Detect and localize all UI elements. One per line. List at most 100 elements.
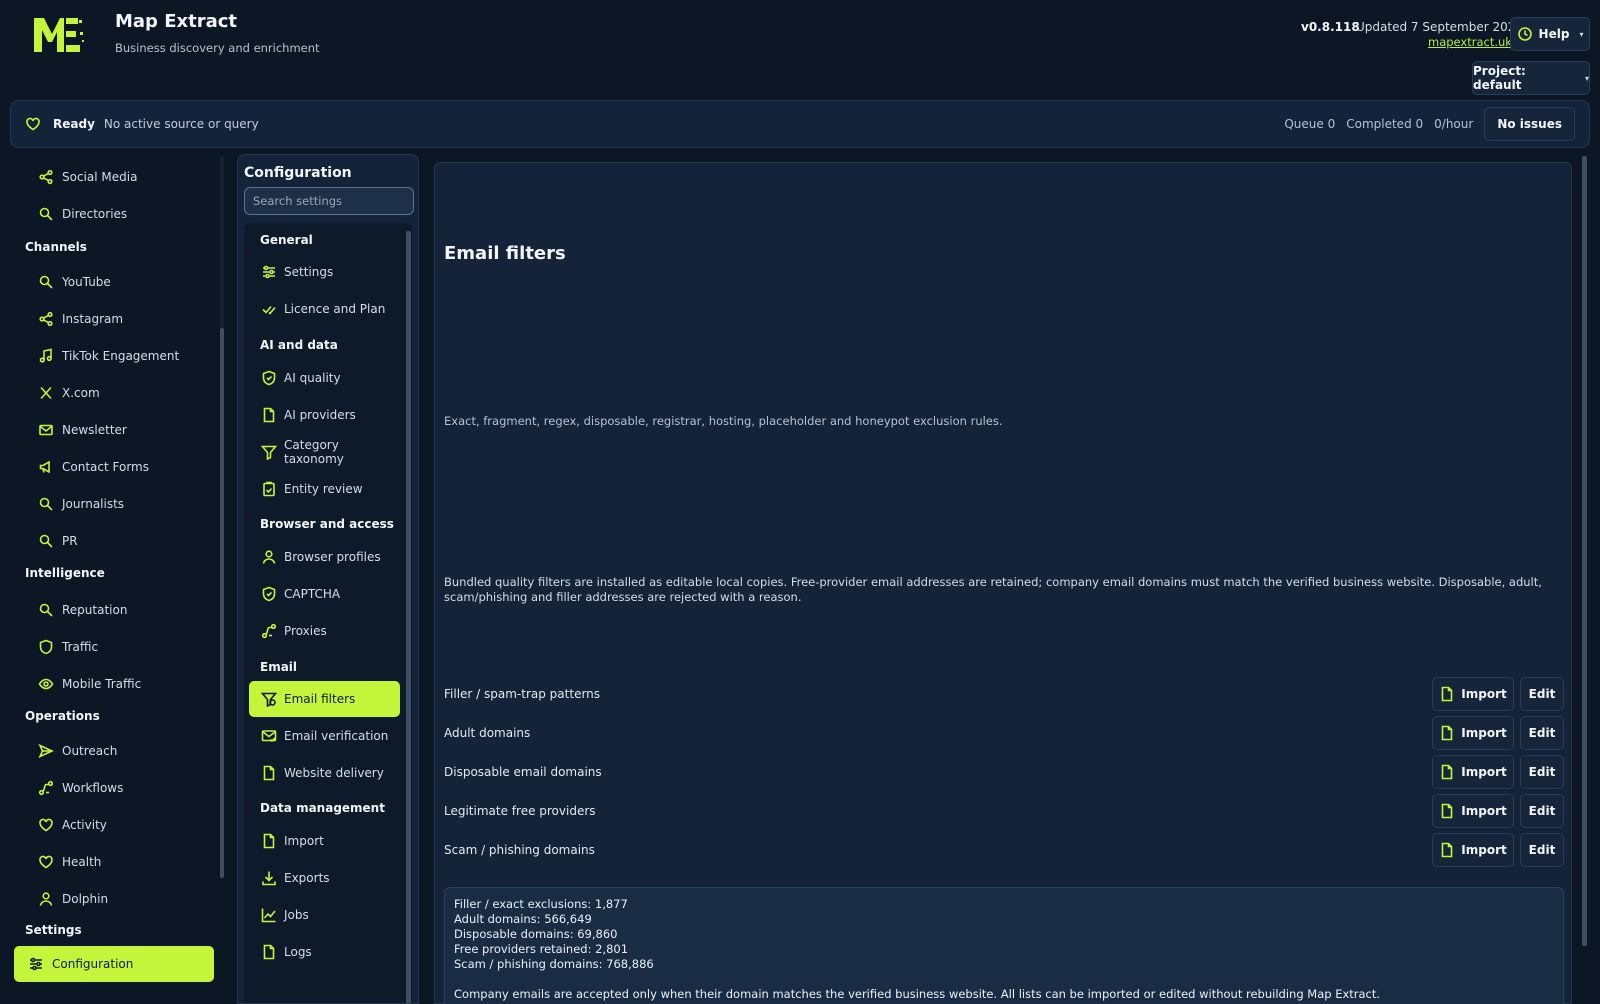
- config-item-logs[interactable]: Logs: [249, 934, 400, 970]
- config-item-email-filters[interactable]: Email filters: [249, 681, 400, 717]
- config-item-ai-providers[interactable]: AI providers: [249, 397, 400, 433]
- sidebar-item-directories[interactable]: Directories: [24, 197, 214, 231]
- check-icon: [261, 301, 277, 317]
- config-item-label: Browser profiles: [284, 550, 381, 564]
- filter-label: Scam / phishing domains: [444, 843, 595, 857]
- import-button[interactable]: Import: [1432, 716, 1514, 750]
- config-item-browser-profiles[interactable]: Browser profiles: [249, 539, 400, 575]
- sidebar-item-activity[interactable]: Activity: [24, 808, 214, 842]
- sidebar-item-outreach[interactable]: Outreach: [24, 734, 214, 768]
- stat-disposable: Disposable domains: 69,860: [454, 927, 618, 941]
- stat-filler: Filler / exact exclusions: 1,877: [454, 897, 628, 911]
- config-scrollbar-thumb[interactable]: [406, 231, 411, 1003]
- sidebar-item-instagram[interactable]: Instagram: [24, 302, 214, 336]
- sidebar-item-journalists[interactable]: Journalists: [24, 487, 214, 521]
- sidebar-item-label: X.com: [62, 386, 100, 400]
- stat-adult: Adult domains: 566,649: [454, 912, 592, 926]
- import-button[interactable]: Import: [1432, 755, 1514, 789]
- updated-label: Updated 7 September 2026: [1356, 20, 1524, 34]
- status-counters: Queue 0 Completed 0 0/hour No issues: [1284, 107, 1575, 141]
- page-note: Bundled quality filters are installed as…: [444, 575, 1542, 604]
- page-title: Email filters: [444, 243, 566, 264]
- edit-button[interactable]: Edit: [1520, 794, 1564, 828]
- sidebar-item-contact-forms[interactable]: Contact Forms: [24, 450, 214, 484]
- config-item-label: CAPTCHA: [284, 587, 341, 601]
- file-icon: [261, 833, 277, 849]
- sidebar-item-label: PR: [62, 534, 78, 548]
- file-icon: [261, 407, 277, 423]
- configuration-panel: Configuration General Settings Licence a…: [237, 154, 419, 1004]
- edit-button[interactable]: Edit: [1520, 755, 1564, 789]
- shield-icon: [261, 370, 277, 386]
- configuration-title: Configuration: [244, 165, 352, 181]
- sidebar-item-traffic[interactable]: Traffic: [24, 630, 214, 664]
- import-button[interactable]: Import: [1432, 677, 1514, 711]
- config-item-label: Email filters: [284, 692, 356, 706]
- sidebar-group-operations: Operations: [25, 709, 100, 723]
- edit-button[interactable]: Edit: [1520, 833, 1564, 867]
- chart-icon: [261, 907, 277, 923]
- sidebar-item-configuration[interactable]: Configuration: [14, 946, 214, 982]
- sidebar-item-label: Contact Forms: [62, 460, 149, 474]
- config-item-label: Settings: [284, 265, 334, 279]
- sidebar-item-label: Traffic: [62, 640, 99, 654]
- config-item-email-verification[interactable]: Email verification: [249, 718, 400, 754]
- config-item-label: Exports: [284, 871, 330, 885]
- site-link[interactable]: mapextract.uk: [1428, 35, 1512, 49]
- config-item-ai-quality[interactable]: AI quality: [249, 360, 400, 396]
- filter-stats-box: Filler / exact exclusions: 1,877 Adult d…: [444, 887, 1564, 1004]
- mail-check-icon: [261, 728, 277, 744]
- help-button[interactable]: Help ▾: [1510, 17, 1590, 51]
- sidebar-group-intelligence: Intelligence: [25, 566, 105, 580]
- completed-count: Completed 0: [1346, 117, 1424, 131]
- config-item-import[interactable]: Import: [249, 823, 400, 859]
- settings-search-input[interactable]: [244, 187, 414, 215]
- config-item-captcha[interactable]: CAPTCHA: [249, 576, 400, 612]
- config-group-ai: AI and data: [260, 338, 338, 352]
- chevron-down-icon: ▾: [1584, 73, 1589, 83]
- edit-button[interactable]: Edit: [1520, 677, 1564, 711]
- config-item-category-taxonomy[interactable]: Category taxonomy: [249, 434, 400, 470]
- shield-icon: [38, 639, 54, 655]
- stat-scam: Scam / phishing domains: 768,886: [454, 957, 654, 971]
- sidebar-item-social-media[interactable]: Social Media: [24, 160, 214, 194]
- sidebar-item-workflows[interactable]: Workflows: [24, 771, 214, 805]
- import-button[interactable]: Import: [1432, 794, 1514, 828]
- config-item-jobs[interactable]: Jobs: [249, 897, 400, 933]
- sidebar-scrollbar-thumb[interactable]: [220, 328, 224, 878]
- sidebar-item-label: Mobile Traffic: [62, 677, 142, 691]
- help-label: Help: [1538, 27, 1570, 41]
- config-item-exports[interactable]: Exports: [249, 860, 400, 896]
- import-button[interactable]: Import: [1432, 833, 1514, 867]
- sidebar-item-pr[interactable]: PR: [24, 524, 214, 558]
- sidebar-item-youtube[interactable]: YouTube: [24, 265, 214, 299]
- config-item-settings[interactable]: Settings: [249, 254, 400, 290]
- search-icon: [38, 206, 54, 222]
- config-item-entity-review[interactable]: Entity review: [249, 471, 400, 507]
- issues-button[interactable]: No issues: [1484, 107, 1575, 141]
- config-item-proxies[interactable]: Proxies: [249, 613, 400, 649]
- sidebar-item-tiktok[interactable]: TikTok Engagement: [24, 339, 214, 373]
- sidebar-item-newsletter[interactable]: Newsletter: [24, 413, 214, 447]
- file-icon: [1439, 686, 1455, 702]
- flow-icon: [261, 623, 277, 639]
- filter-icon: [261, 691, 277, 707]
- main-scrollbar-thumb[interactable]: [1582, 156, 1587, 946]
- filter-label: Disposable email domains: [444, 765, 602, 779]
- config-item-label: Email verification: [284, 729, 389, 743]
- config-item-website-delivery[interactable]: Website delivery: [249, 755, 400, 791]
- sidebar-item-health[interactable]: Health: [24, 845, 214, 879]
- config-item-label: Import: [284, 834, 324, 848]
- app-logo: [30, 12, 86, 56]
- sidebar-item-reputation[interactable]: Reputation: [24, 593, 214, 627]
- sidebar-item-dolphin[interactable]: Dolphin: [24, 882, 214, 916]
- config-item-label: Logs: [284, 945, 312, 959]
- sidebar-item-mobile-traffic[interactable]: Mobile Traffic: [24, 667, 214, 701]
- edit-button[interactable]: Edit: [1520, 716, 1564, 750]
- configuration-list: General Settings Licence and Plan AI and…: [244, 223, 412, 1003]
- sidebar-item-x-com[interactable]: X.com: [24, 376, 214, 410]
- project-selector[interactable]: Project: default ▾: [1472, 61, 1590, 95]
- sidebar-item-label: Workflows: [62, 781, 124, 795]
- config-item-licence[interactable]: Licence and Plan: [249, 291, 400, 327]
- queue-count: Queue 0: [1284, 117, 1336, 131]
